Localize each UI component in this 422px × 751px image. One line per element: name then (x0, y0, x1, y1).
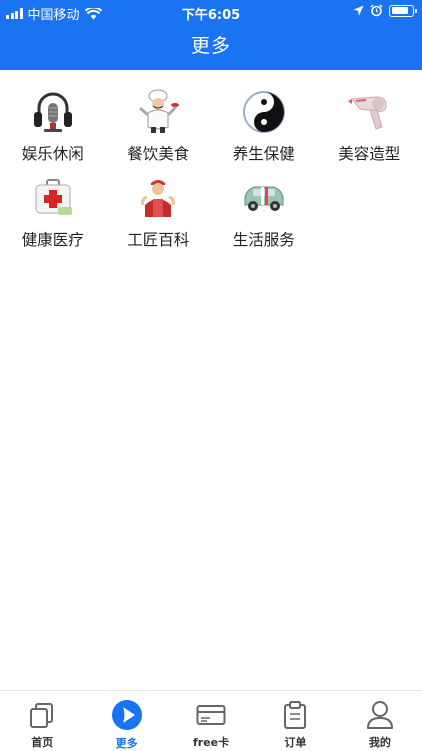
tab-label: 订单 (284, 734, 306, 750)
play-more-icon (111, 699, 143, 731)
status-bar: 中国移动 下午6:05 (0, 0, 422, 24)
home-pages-icon (26, 699, 58, 730)
hair-dryer-icon (345, 88, 393, 136)
category-food[interactable]: 餐饮美食 (106, 88, 212, 168)
category-grid: 娱乐休闲 餐饮美食 养生保健 (0, 88, 422, 254)
category-medical[interactable]: 健康医疗 (0, 174, 106, 254)
craftsman-icon (134, 174, 182, 222)
clipboard-icon (279, 699, 311, 730)
tab-label: free卡 (193, 734, 229, 750)
tab-label: 我的 (369, 734, 391, 750)
status-right (353, 4, 414, 17)
category-label: 养生保健 (233, 142, 295, 164)
first-aid-kit-icon (29, 174, 77, 222)
tab-orders[interactable]: 订单 (253, 691, 337, 750)
tab-more[interactable]: 更多 (84, 691, 168, 750)
tab-label: 更多 (116, 735, 138, 751)
alarm-icon (370, 4, 383, 17)
battery-icon (389, 5, 414, 17)
category-label: 健康医疗 (22, 228, 84, 250)
car-icon (240, 174, 288, 222)
card-icon (195, 699, 227, 730)
tab-bar: 首页 更多 free卡 订单 我的 (0, 690, 422, 750)
chef-icon (134, 88, 182, 136)
category-label: 餐饮美食 (127, 142, 189, 164)
headphones-icon (29, 88, 77, 136)
tab-free-card[interactable]: free卡 (169, 691, 253, 750)
user-icon (364, 699, 396, 730)
category-label: 生活服务 (233, 228, 295, 250)
nav-bar: 更多 (0, 24, 422, 70)
category-entertainment[interactable]: 娱乐休闲 (0, 88, 106, 168)
location-arrow-icon (353, 5, 364, 16)
category-craftsman[interactable]: 工匠百科 (106, 174, 212, 254)
category-label: 美容造型 (338, 142, 400, 164)
yin-yang-icon (240, 88, 288, 136)
tab-label: 首页 (31, 734, 53, 750)
tab-mine[interactable]: 我的 (338, 691, 422, 750)
page-title: 更多 (191, 35, 231, 57)
category-label: 工匠百科 (127, 228, 189, 250)
category-label: 娱乐休闲 (22, 142, 84, 164)
tab-home[interactable]: 首页 (0, 691, 84, 750)
category-beauty[interactable]: 美容造型 (317, 88, 422, 168)
category-wellness[interactable]: 养生保健 (211, 88, 317, 168)
category-life-services[interactable]: 生活服务 (211, 174, 317, 254)
